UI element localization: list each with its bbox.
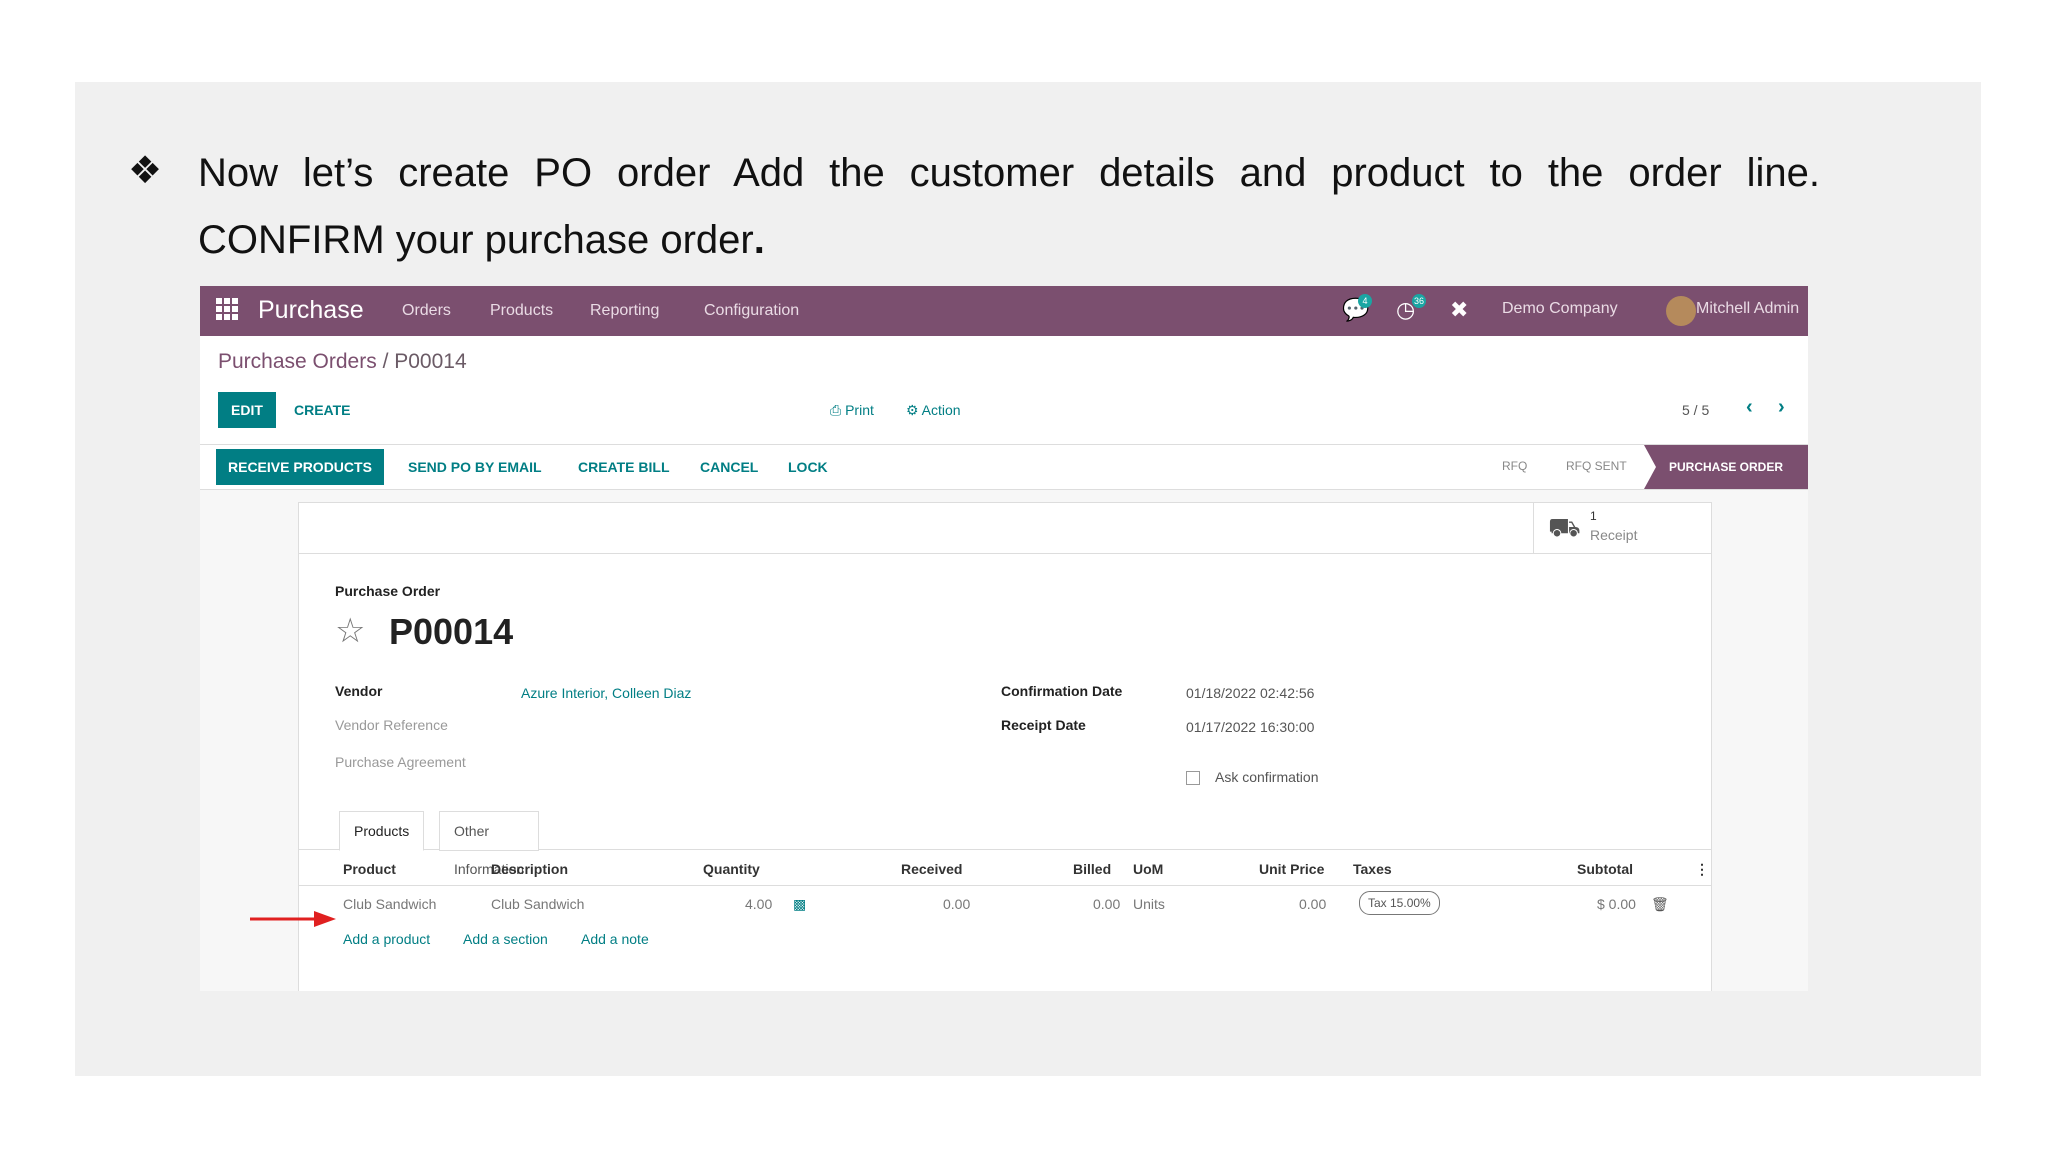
ask-confirmation-checkbox[interactable] <box>1186 771 1200 785</box>
column-taxes[interactable]: Taxes <box>1353 861 1392 877</box>
action-label: Action <box>921 402 961 418</box>
truck-icon: ⛟ <box>1548 513 1581 543</box>
column-product[interactable]: Product <box>343 861 396 877</box>
forecast-chart-icon[interactable]: ▩ <box>793 896 806 913</box>
messages-badge: 4 <box>1358 294 1372 308</box>
vendor-label: Vendor <box>335 683 383 699</box>
instruction-body: Now let’s create PO order Add the custom… <box>198 151 1820 262</box>
pager-value[interactable]: 5 / 5 <box>1682 402 1709 418</box>
app-title[interactable]: Purchase <box>258 296 364 325</box>
receive-products-button[interactable]: RECEIVE PRODUCTS <box>216 449 384 485</box>
line-subtotal: $ 0.00 <box>1597 896 1636 912</box>
trash-icon[interactable]: 🗑 <box>1651 896 1669 913</box>
add-note-link[interactable]: Add a note <box>581 931 649 947</box>
top-navbar: Purchase Orders Products Reporting Confi… <box>200 286 1808 336</box>
breadcrumb: Purchase Orders / P00014 <box>218 350 467 374</box>
doc-type-label: Purchase Order <box>335 583 441 599</box>
lock-button[interactable]: LOCK <box>788 459 828 475</box>
stage-purchase-order[interactable]: PURCHASE ORDER <box>1644 445 1808 489</box>
line-quantity[interactable]: 4.00 <box>745 896 772 912</box>
stage-rfq[interactable]: RFQ <box>1502 459 1527 473</box>
instruction-period: . <box>753 218 765 262</box>
cancel-button[interactable]: CANCEL <box>700 459 758 475</box>
column-description[interactable]: Description <box>491 861 568 877</box>
header-divider <box>299 885 1711 886</box>
form-sheet: ⛟ 1 Receipt Purchase Order ☆ P00014 Vend… <box>298 502 1712 991</box>
edit-button[interactable]: EDIT <box>218 392 276 428</box>
star-icon[interactable]: ☆ <box>335 611 365 651</box>
breadcrumb-current: P00014 <box>394 350 467 373</box>
menu-orders[interactable]: Orders <box>402 302 451 320</box>
line-unit-price[interactable]: 0.00 <box>1299 896 1326 912</box>
receipt-date-value: 01/17/2022 16:30:00 <box>1186 719 1315 735</box>
line-tax-tag[interactable]: Tax 15.00% <box>1359 891 1440 915</box>
vendor-reference-label: Vendor Reference <box>335 717 448 733</box>
breadcrumb-purchase-orders[interactable]: Purchase Orders <box>218 350 377 373</box>
print-icon: ⎙ <box>830 402 846 418</box>
add-product-link[interactable]: Add a product <box>343 931 430 947</box>
column-billed[interactable]: Billed <box>1073 861 1111 877</box>
line-received: 0.00 <box>943 896 971 912</box>
line-product[interactable]: Club Sandwich <box>343 896 436 912</box>
line-description[interactable]: Club Sandwich <box>491 896 584 912</box>
apps-grid-icon[interactable] <box>216 298 238 320</box>
tab-products[interactable]: Products <box>339 811 425 851</box>
add-section-link[interactable]: Add a section <box>463 931 548 947</box>
menu-reporting[interactable]: Reporting <box>590 302 659 320</box>
confirmation-date-value: 01/18/2022 02:42:56 <box>1186 685 1315 701</box>
red-pointer-arrow-icon <box>250 911 336 927</box>
receipt-count: 1 <box>1590 509 1597 523</box>
control-panel: Purchase Orders / P00014 EDIT CREATE ⎙ P… <box>200 336 1808 454</box>
column-received[interactable]: Received <box>901 861 962 877</box>
menu-configuration[interactable]: Configuration <box>704 302 799 320</box>
tab-other-information[interactable]: Other Information <box>439 811 540 877</box>
receipt-label: Receipt <box>1590 527 1638 543</box>
gear-icon: ⚙ <box>906 402 922 418</box>
action-menu[interactable]: ⚙ Action <box>906 402 961 419</box>
create-button[interactable]: CREATE <box>294 402 351 418</box>
receipt-smart-button[interactable]: ⛟ 1 Receipt <box>1533 503 1710 553</box>
button-box: ⛟ 1 Receipt <box>299 503 1711 554</box>
po-name: P00014 <box>389 611 514 652</box>
stage-rfq-sent[interactable]: RFQ SENT <box>1566 459 1627 473</box>
ask-confirmation-label: Ask confirmation <box>1215 769 1319 785</box>
instruction-text: Now let’s create PO order Add the custom… <box>198 140 1820 274</box>
pager-next-icon[interactable]: › <box>1778 396 1785 419</box>
create-bill-button[interactable]: CREATE BILL <box>578 459 670 475</box>
user-menu[interactable]: Mitchell Admin <box>1696 300 1799 318</box>
pager-previous-icon[interactable]: ‹ <box>1746 396 1753 419</box>
confirmation-date-label: Confirmation Date <box>1001 683 1123 699</box>
user-avatar[interactable] <box>1666 296 1696 326</box>
company-switcher[interactable]: Demo Company <box>1502 300 1618 318</box>
debug-tools-icon[interactable]: ✖ <box>1450 298 1468 323</box>
print-label: Print <box>845 402 874 418</box>
column-uom[interactable]: UoM <box>1133 861 1163 877</box>
menu-products[interactable]: Products <box>490 302 553 320</box>
line-uom[interactable]: Units <box>1133 896 1165 912</box>
breadcrumb-separator: / <box>376 350 395 373</box>
activities-badge: 36 <box>1412 294 1426 308</box>
line-billed: 0.00 <box>1093 896 1121 912</box>
column-options-icon[interactable]: ⋮ <box>1695 861 1709 878</box>
odoo-screenshot: Purchase Orders Products Reporting Confi… <box>200 286 1808 991</box>
purchase-agreement-label: Purchase Agreement <box>335 754 466 770</box>
send-po-by-email-button[interactable]: SEND PO BY EMAIL <box>408 459 542 475</box>
column-unit-price[interactable]: Unit Price <box>1259 861 1324 877</box>
receipt-date-label: Receipt Date <box>1001 717 1086 733</box>
status-bar: RECEIVE PRODUCTS SEND PO BY EMAIL CREATE… <box>200 444 1808 490</box>
vendor-value[interactable]: Azure Interior, Colleen Diaz <box>521 685 691 701</box>
column-quantity[interactable]: Quantity <box>703 861 760 877</box>
print-menu[interactable]: ⎙ Print <box>830 402 874 419</box>
bullet-diamond-icon: ❖ <box>128 148 163 192</box>
column-subtotal[interactable]: Subtotal <box>1577 861 1633 877</box>
